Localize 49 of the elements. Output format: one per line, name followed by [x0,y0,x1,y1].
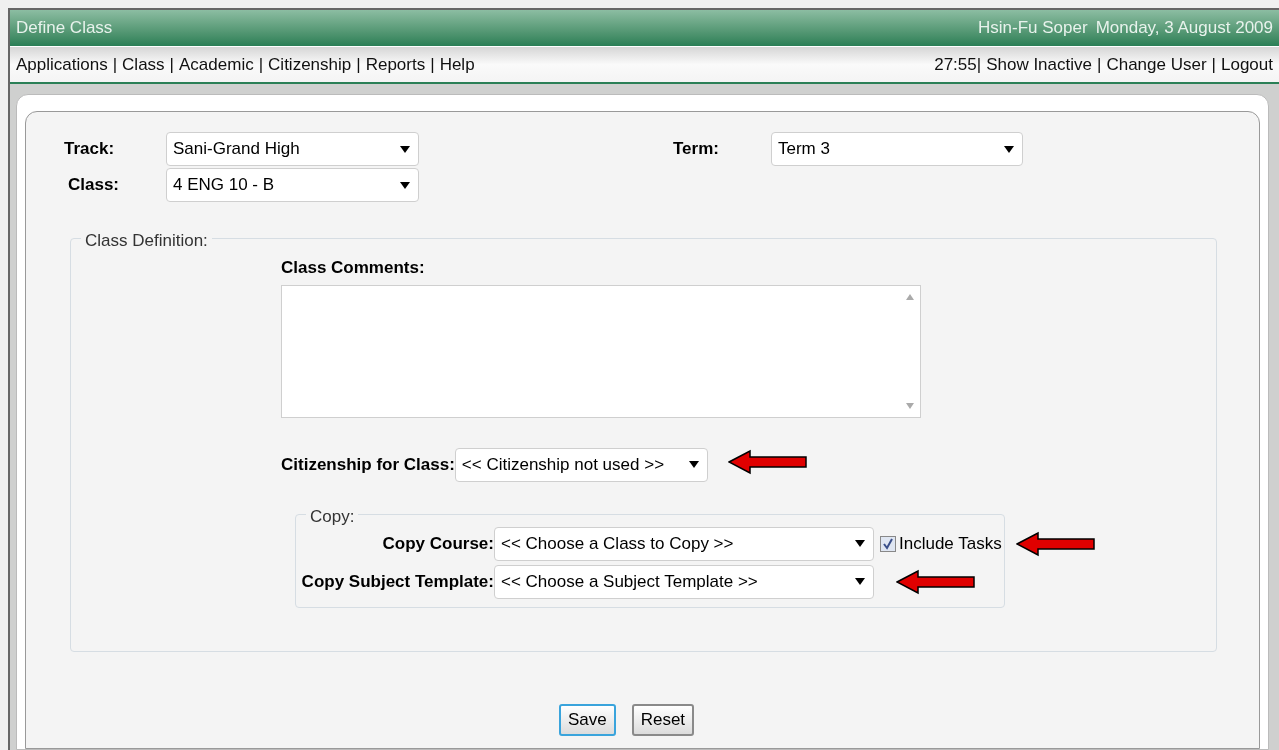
menu-link[interactable]: Class [122,51,165,78]
menu-link[interactable]: Reports [365,51,426,78]
menu-link[interactable]: Academic [179,51,254,78]
include-tasks-checkbox[interactable]: Include Tasks [880,530,1002,557]
dropdown-caret-icon [1004,145,1014,153]
track-select[interactable]: Sani-Grand High [166,132,419,166]
menu-separator: | [356,53,361,76]
menu-link[interactable]: Citizenship [268,51,352,78]
arrow-icon [727,448,808,475]
dropdown-caret-icon [855,578,865,585]
field-label: Term: [673,138,720,161]
citizenship-select[interactable]: << Citizenship not used >> [454,447,708,482]
field-label: Citizenship for Class: [281,453,455,476]
dropdown-caret-icon [688,461,699,468]
menu-link[interactable]: Help [439,51,475,78]
scroll-down-icon[interactable] [906,402,914,409]
arrow-icon [896,568,976,595]
menu-link[interactable]: Applications [16,51,108,78]
field-label: Class: [67,174,121,197]
dropdown-caret-icon [400,145,410,153]
menu-separator: | [258,53,264,76]
subject-template-select[interactable]: << Choose a Subject Template >> [494,564,874,599]
check-icon [882,537,894,550]
window-title: Define Class [16,17,113,40]
user-name: Hsin-Fu Soper [978,17,1088,40]
menu-separator: | [976,53,982,76]
menu-separator: | [1211,53,1216,76]
term-select[interactable]: Term 3 [771,132,1023,166]
arrow-icon [1015,530,1096,557]
scroll-up-icon[interactable] [906,293,914,300]
date-text: Monday, 3 August 2009 [1095,17,1273,40]
form-button[interactable]: Reset [631,704,695,736]
form-button[interactable]: Save [558,704,616,736]
menu-link[interactable]: Change User [1106,51,1207,78]
dropdown-caret-icon [400,181,410,189]
menu-separator: | [112,53,118,76]
field-label: Copy Course: [381,532,494,555]
menu-separator: | [430,53,435,76]
menu-separator: | [169,53,175,76]
session-timer: 27:55 [934,53,977,76]
class-select[interactable]: 4 ENG 10 - B [166,168,419,202]
menu-link[interactable]: Show Inactive [986,51,1092,78]
field-label: Class Comments: [281,257,426,279]
field-label: Track: [64,138,116,161]
copy-course-select[interactable]: << Choose a Class to Copy >> [494,526,874,561]
field-label: Copy Subject Template: [300,570,494,593]
menu-separator: | [1097,53,1102,76]
menu-link[interactable]: Logout [1221,51,1273,78]
dropdown-caret-icon [855,540,865,547]
